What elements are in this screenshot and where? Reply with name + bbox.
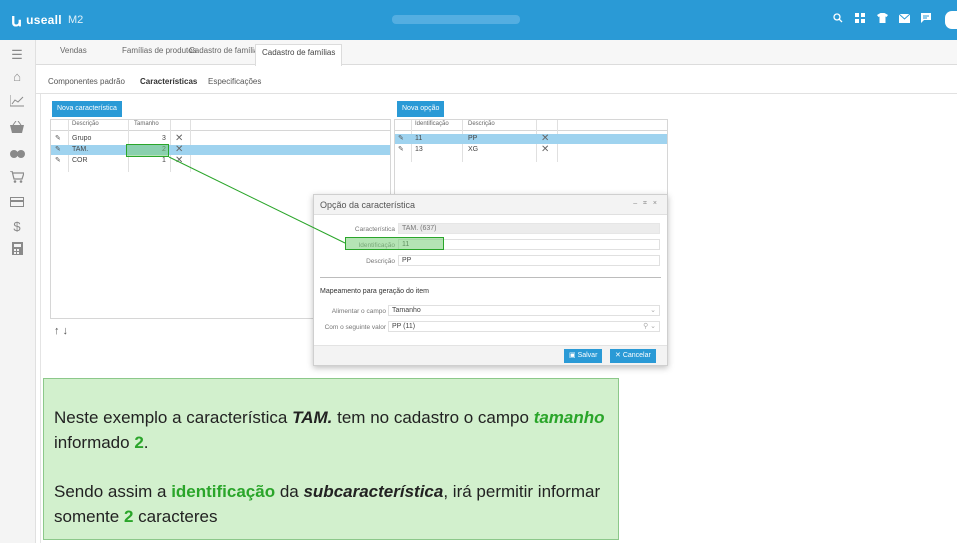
explanation-note: Neste exemplo a característica TAM. tem … xyxy=(43,378,619,540)
note-paragraph-1: Neste exemplo a característica TAM. tem … xyxy=(54,408,605,452)
note-paragraph-2: Sendo assim a identificação da subcaract… xyxy=(54,482,601,526)
